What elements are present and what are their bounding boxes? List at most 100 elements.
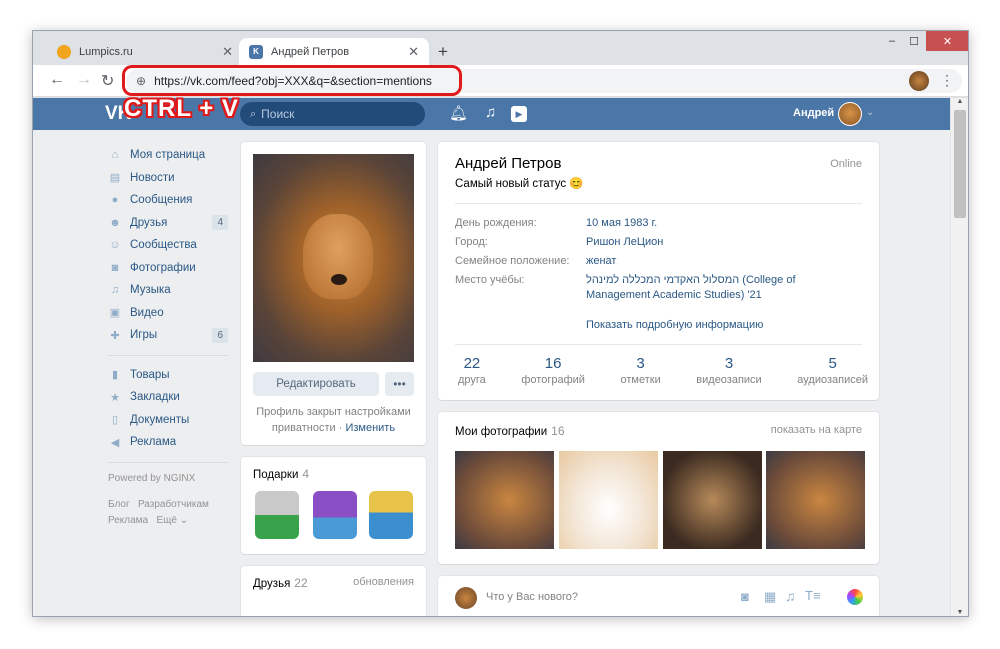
menu-item-groups[interactable]: ☺ Сообщества (108, 234, 228, 257)
menu-item-news[interactable]: ▤ Новости (108, 167, 228, 190)
menu-divider (108, 354, 228, 356)
counter-audio[interactable]: 5 аудиозаписей (797, 355, 868, 386)
post-input[interactable]: Что у Вас нового? (486, 591, 578, 603)
user-avatar[interactable] (838, 102, 862, 126)
profile-info-card: Андрей Петров Online Самый новый статус … (438, 142, 879, 400)
chevron-down-icon[interactable]: ⌄ (866, 107, 874, 118)
music-icon: ♫ (110, 284, 120, 297)
menu-item-goods[interactable]: ▮ Товары (108, 364, 228, 387)
footer-link-ads[interactable]: Реклама (108, 515, 148, 526)
photo-thumb[interactable] (455, 451, 554, 549)
friends-header[interactable]: Друзья 22 (253, 576, 308, 590)
video-icon: ▣ (109, 307, 121, 320)
photos-header[interactable]: Мои фотографии 16 (455, 424, 565, 438)
home-icon: ⌂ (111, 149, 119, 162)
menu-item-music[interactable]: ♫ Музыка (108, 279, 228, 302)
show-more-link[interactable]: Показать подробную информацию (586, 318, 763, 333)
minimize-icon[interactable]: – (881, 31, 903, 51)
privacy-note: Профиль закрыт настройками приватности ·… (256, 406, 411, 434)
show-on-map-link[interactable]: показать на карте (771, 424, 862, 436)
menu-item-documents[interactable]: ▯ Документы (108, 409, 228, 432)
camera-icon[interactable]: ◙ (741, 589, 749, 604)
document-icon: ▯ (111, 414, 119, 427)
friends-icon: ☻ (109, 216, 121, 229)
reload-icon[interactable]: ↻ (101, 71, 114, 91)
dog-nose-shape (331, 274, 347, 285)
gift-item[interactable] (313, 491, 357, 539)
bell-icon[interactable]: 🔔︎ (449, 104, 468, 122)
menu-item-bookmarks[interactable]: ★ Закладки (108, 386, 228, 409)
profile-status[interactable]: Самый новый статус 😊 (455, 176, 584, 190)
profile-avatar[interactable] (909, 71, 929, 91)
tab-lumpics[interactable]: Lumpics.ru ✕ (47, 38, 243, 65)
counter-tags[interactable]: 3 отметки (620, 355, 660, 386)
scroll-down-icon[interactable]: ▼ (951, 609, 968, 616)
tab-vk[interactable]: K Андрей Петров ✕ (239, 38, 429, 65)
menu-item-photos[interactable]: ◙ Фотографии (108, 257, 228, 280)
post-avatar (455, 587, 477, 609)
field-label: Семейное положение: (455, 255, 570, 267)
education-value[interactable]: המסלול האקדמי המכללה למינהל (College of … (586, 273, 861, 303)
menu-item-games[interactable]: ✚ Игры 6 (108, 324, 228, 347)
edit-button[interactable]: Редактировать (253, 372, 379, 396)
more-button[interactable]: ••• (385, 372, 414, 396)
maximize-icon[interactable]: ☐ (903, 31, 925, 51)
menu-item-my-page[interactable]: ⌂ Моя страница (108, 144, 228, 167)
text-format-icon[interactable]: T≡ (805, 588, 821, 603)
menu-item-friends[interactable]: ☻ Друзья 4 (108, 212, 228, 235)
field-label: Город: (455, 236, 488, 248)
tab-title: Андрей Петров (271, 45, 350, 58)
photo-thumb[interactable] (663, 451, 762, 549)
ctrl-v-annotation: CTRL + V (124, 95, 239, 122)
music-note-icon[interactable]: ♫ (485, 104, 496, 121)
menu-item-ads[interactable]: ◀ Реклама (108, 431, 228, 454)
play-icon[interactable]: ▶ (511, 106, 527, 122)
search-icon: ⌕ (250, 107, 257, 120)
powered-by: Powered by NGINX (108, 472, 196, 484)
color-wheel-icon[interactable] (847, 589, 863, 605)
relationship-value[interactable]: женат (586, 254, 616, 269)
profile-counters: 22 друга 16 фотографий 3 отметки 3 видеозапи… (458, 355, 868, 386)
footer-link-more[interactable]: Ещё (156, 515, 176, 526)
photo-thumb[interactable] (766, 451, 865, 549)
counter-videos[interactable]: 3 видеозаписи (696, 355, 761, 386)
new-tab-icon[interactable]: + (438, 42, 448, 62)
vk-search-input[interactable]: ⌕ Поиск (240, 102, 425, 126)
close-window-icon[interactable]: ✕ (926, 31, 968, 51)
photos-card: Мои фотографии 16 показать на карте (438, 412, 879, 564)
scroll-thumb[interactable] (954, 110, 966, 218)
close-tab-icon[interactable]: ✕ (222, 44, 233, 60)
scrollbar[interactable]: ▲ ▼ (950, 98, 968, 616)
messages-icon: ● (111, 194, 119, 207)
privacy-change-link[interactable]: Изменить (345, 422, 395, 434)
counter-photos[interactable]: 16 фотографий (521, 355, 585, 386)
user-name[interactable]: Андрей (793, 107, 834, 119)
close-tab-icon[interactable]: ✕ (408, 44, 419, 60)
forward-icon[interactable]: → (76, 71, 92, 89)
menu-item-messages[interactable]: ● Сообщения (108, 189, 228, 212)
scroll-up-icon[interactable]: ▲ (951, 98, 968, 108)
field-label: Место учёбы: (455, 274, 525, 286)
camera-icon: ◙ (111, 261, 119, 274)
friends-updates-link[interactable]: обновления (353, 576, 414, 588)
music-icon[interactable]: ♫ (785, 588, 796, 604)
footer-link-blog[interactable]: Блог (108, 499, 130, 510)
profile-photo[interactable] (253, 154, 414, 362)
menu-dots-icon[interactable]: ⋮ (940, 72, 954, 89)
counter-friends[interactable]: 22 друга (458, 355, 486, 386)
gift-item[interactable] (369, 491, 413, 539)
video-icon[interactable]: ▦ (764, 589, 776, 605)
back-icon[interactable]: ← (49, 71, 65, 89)
online-status: Online (830, 158, 862, 170)
footer-link-dev[interactable]: Разработчикам (138, 499, 209, 510)
divider (455, 344, 862, 345)
city-value[interactable]: Ришон ЛеЦион (586, 235, 663, 250)
menu-item-video[interactable]: ▣ Видео (108, 302, 228, 325)
photo-thumb[interactable] (559, 451, 658, 549)
birthday-value[interactable]: 10 мая 1983 г. (586, 216, 657, 231)
profile-name: Андрей Петров (455, 155, 562, 172)
vk-favicon-icon: K (249, 44, 263, 59)
gift-item[interactable] (255, 491, 299, 539)
gifts-header[interactable]: Подарки 4 (253, 467, 309, 481)
star-icon: ★ (110, 391, 120, 404)
